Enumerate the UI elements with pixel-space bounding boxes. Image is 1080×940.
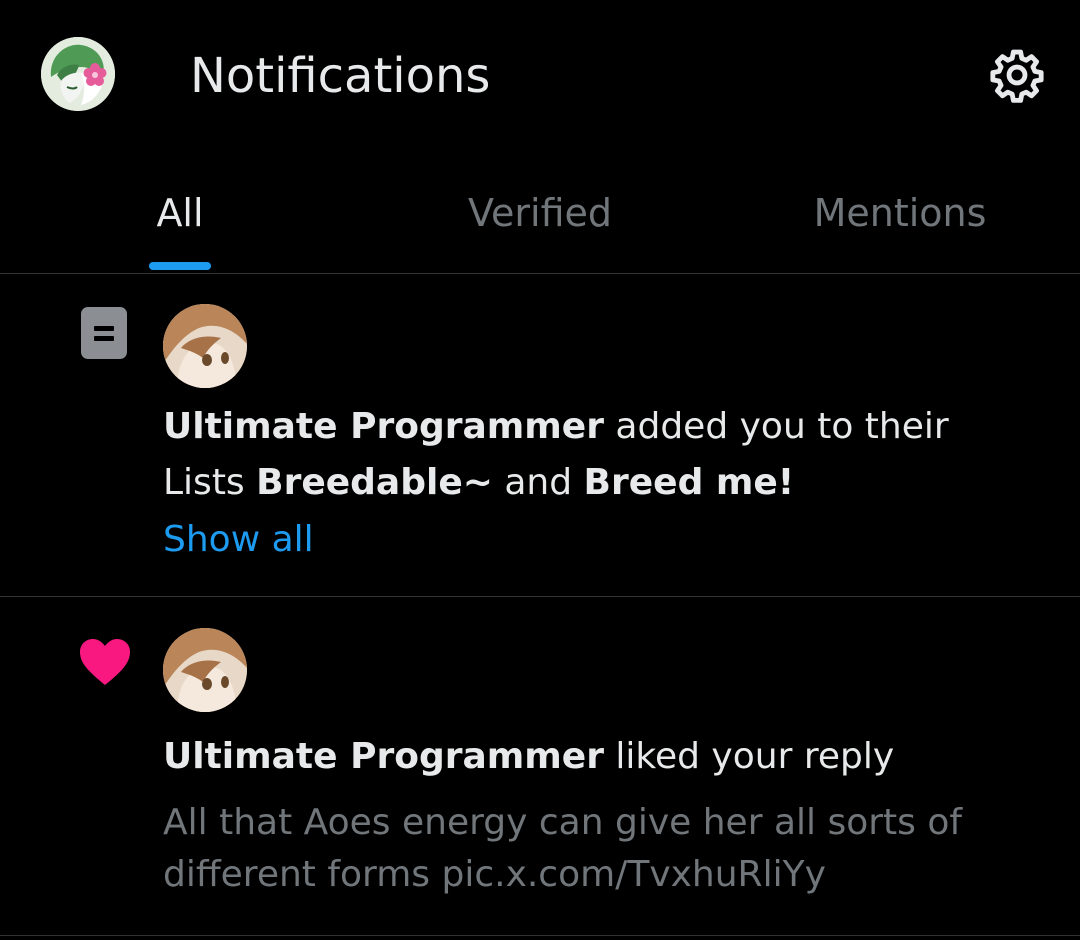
conjunction-text: and — [492, 462, 584, 503]
tab-all[interactable]: All — [0, 150, 360, 273]
reply-preview[interactable]: All that Aoes energy can give her all so… — [163, 797, 1023, 901]
notification-text: Ultimate Programmer liked your reply — [163, 729, 1023, 785]
tab-label: Mentions — [813, 191, 987, 235]
action-text: liked your reply — [603, 736, 895, 777]
heart-icon — [78, 637, 132, 691]
tab-mentions[interactable]: Mentions — [720, 150, 1080, 273]
list-name[interactable]: Breed me! — [584, 462, 795, 503]
user-avatar[interactable] — [163, 304, 247, 388]
show-all-link[interactable]: Show all — [163, 512, 314, 568]
tab-bar: All Verified Mentions — [0, 150, 1080, 274]
user-avatar[interactable] — [163, 628, 247, 712]
list-name[interactable]: Breedable~ — [256, 462, 493, 503]
user-name[interactable]: Ultimate Programmer — [163, 736, 604, 777]
avatar-image — [163, 304, 247, 388]
page-title: Notifications — [190, 48, 491, 104]
header: Notifications — [0, 0, 1080, 150]
notification-like[interactable]: Ultimate Programmer liked your reply All… — [0, 597, 1080, 936]
gear-icon — [990, 49, 1044, 103]
user-name[interactable]: Ultimate Programmer — [163, 406, 604, 447]
avatar-image — [41, 37, 115, 111]
notification-text: Ultimate Programmer added you to their L… — [163, 399, 1023, 511]
tab-label: Verified — [467, 191, 613, 235]
active-tab-indicator — [149, 262, 211, 270]
settings-button[interactable] — [982, 38, 1052, 112]
list-icon — [76, 306, 132, 366]
tab-label: All — [156, 191, 204, 235]
notification-list-add[interactable]: Ultimate Programmer added you to their L… — [0, 274, 1080, 597]
avatar-image — [163, 628, 247, 712]
tab-verified[interactable]: Verified — [360, 150, 720, 273]
profile-avatar[interactable] — [41, 37, 115, 111]
